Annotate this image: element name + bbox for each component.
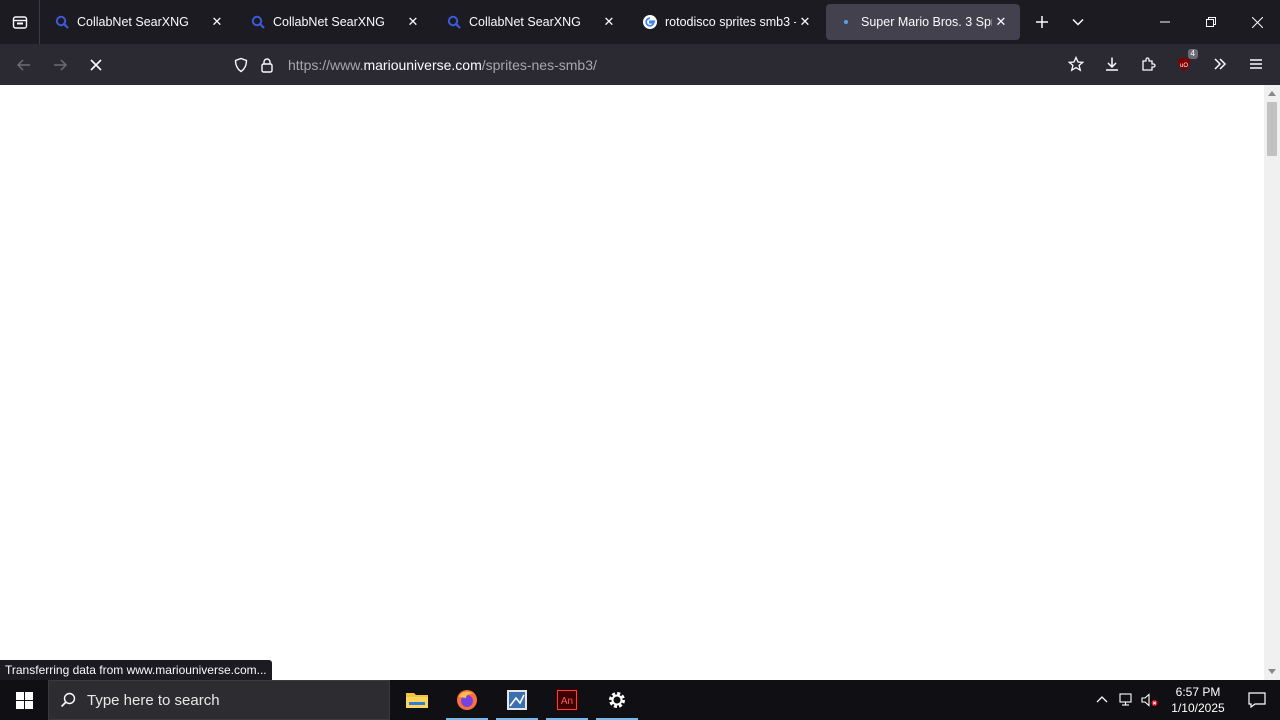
window-controls bbox=[1142, 0, 1280, 44]
network-button[interactable] bbox=[1114, 680, 1138, 720]
notification-icon bbox=[1248, 692, 1266, 708]
toolbar-actions: uO 4 bbox=[1058, 48, 1274, 80]
close-icon[interactable]: ✕ bbox=[796, 13, 814, 31]
vertical-scrollbar[interactable] bbox=[1264, 85, 1280, 680]
forward-button[interactable] bbox=[42, 49, 78, 81]
lock-icon[interactable] bbox=[254, 49, 280, 81]
url-prefix: https://www. bbox=[288, 57, 364, 73]
taskbar-settings[interactable] bbox=[592, 680, 642, 720]
taskbar-search-box[interactable]: Type here to search bbox=[48, 680, 390, 720]
loading-dot-icon bbox=[838, 14, 854, 30]
tab-searxng-1[interactable]: CollabNet SearXNG ✕ bbox=[42, 4, 236, 40]
restore-button[interactable] bbox=[1188, 0, 1234, 44]
svg-text:An: An bbox=[561, 696, 573, 707]
search-icon bbox=[54, 14, 70, 30]
volume-button[interactable] bbox=[1138, 680, 1162, 720]
extension-badge-count: 4 bbox=[1187, 49, 1198, 59]
bookmark-star-button[interactable] bbox=[1058, 48, 1094, 80]
url-path: /sprites-nes-smb3/ bbox=[481, 57, 597, 73]
search-placeholder: Type here to search bbox=[87, 691, 220, 709]
minimize-button[interactable] bbox=[1142, 0, 1188, 44]
tab-title: rotodisco sprites smb3 - G bbox=[665, 15, 796, 29]
double-chevron-right-icon bbox=[1214, 58, 1227, 70]
tab-title: Super Mario Bros. 3 Sprite bbox=[861, 15, 992, 29]
arrow-left-icon bbox=[16, 58, 30, 71]
clock[interactable]: 6:57 PM 1/10/2025 bbox=[1162, 684, 1234, 716]
firefox-icon bbox=[457, 690, 477, 710]
arrow-right-icon bbox=[54, 58, 68, 71]
taskbar-file-explorer[interactable] bbox=[392, 680, 442, 720]
system-tray: 6:57 PM 1/10/2025 bbox=[1090, 680, 1280, 720]
gear-icon bbox=[609, 692, 625, 708]
tab-strip: CollabNet SearXNG ✕ CollabNet SearXNG ✕ … bbox=[0, 0, 1280, 44]
plus-icon bbox=[1036, 16, 1048, 28]
overflow-menu-button[interactable] bbox=[1202, 48, 1238, 80]
extensions-button[interactable] bbox=[1130, 48, 1166, 80]
restore-icon bbox=[1206, 17, 1216, 27]
new-tab-button[interactable] bbox=[1024, 4, 1060, 40]
minimize-icon bbox=[1160, 21, 1170, 23]
clock-date: 1/10/2025 bbox=[1171, 701, 1225, 715]
app-menu-button[interactable] bbox=[1238, 48, 1274, 80]
close-window-button[interactable] bbox=[1234, 0, 1280, 44]
url-bar[interactable]: https://www.mariouniverse.com/sprites-ne… bbox=[228, 49, 1058, 81]
star-icon bbox=[1068, 56, 1084, 72]
url-text[interactable]: https://www.mariouniverse.com/sprites-ne… bbox=[288, 57, 597, 73]
close-icon[interactable]: ✕ bbox=[992, 13, 1010, 31]
hamburger-menu-icon bbox=[1250, 59, 1262, 69]
scroll-down-arrow-icon[interactable] bbox=[1268, 669, 1276, 674]
tab-title: CollabNet SearXNG bbox=[77, 15, 189, 29]
puzzle-piece-icon bbox=[1142, 57, 1156, 71]
search-icon bbox=[446, 14, 462, 30]
taskbar-sprite-editor[interactable] bbox=[492, 680, 542, 720]
firefox-view-icon bbox=[12, 16, 27, 29]
google-icon bbox=[642, 14, 658, 30]
clock-time: 6:57 PM bbox=[1175, 685, 1221, 699]
tracking-protection-shield-icon[interactable] bbox=[228, 49, 254, 81]
start-button[interactable] bbox=[0, 680, 48, 720]
search-icon bbox=[250, 14, 266, 30]
windows-taskbar: Type here to search An 6:57 PM 1/10/2025 bbox=[0, 680, 1280, 720]
image-editor-icon bbox=[507, 690, 527, 710]
chevron-up-icon bbox=[1096, 696, 1108, 703]
search-icon bbox=[49, 692, 87, 708]
close-icon bbox=[1251, 16, 1263, 28]
status-panel: Transferring data from www.mariouniverse… bbox=[0, 660, 272, 680]
taskbar-firefox[interactable] bbox=[442, 680, 492, 720]
network-icon bbox=[1119, 693, 1132, 706]
firefox-view-button[interactable] bbox=[0, 0, 40, 44]
volume-muted-icon bbox=[1141, 693, 1158, 707]
tab-searxng-3[interactable]: CollabNet SearXNG ✕ bbox=[434, 4, 628, 40]
tab-title: CollabNet SearXNG bbox=[469, 15, 581, 29]
stop-icon bbox=[90, 58, 102, 71]
navigation-toolbar: https://www.mariouniverse.com/sprites-ne… bbox=[0, 44, 1280, 85]
page-content-area[interactable] bbox=[0, 85, 1264, 680]
tab-smb3-sprites[interactable]: Super Mario Bros. 3 Sprite ✕ bbox=[826, 4, 1020, 40]
scroll-up-arrow-icon[interactable] bbox=[1268, 91, 1276, 96]
svg-text:uO: uO bbox=[1180, 63, 1188, 69]
downloads-button[interactable] bbox=[1094, 48, 1130, 80]
close-icon[interactable]: ✕ bbox=[404, 13, 422, 31]
close-icon[interactable]: ✕ bbox=[208, 13, 226, 31]
tab-title: CollabNet SearXNG bbox=[273, 15, 385, 29]
taskbar-adobe-animate[interactable]: An bbox=[542, 680, 592, 720]
show-hidden-icons-button[interactable] bbox=[1090, 680, 1114, 720]
adobe-animate-icon: An bbox=[556, 689, 578, 711]
tab-google-search[interactable]: rotodisco sprites smb3 - G ✕ bbox=[630, 4, 824, 40]
url-domain: mariouniverse.com bbox=[363, 57, 482, 73]
windows-logo-icon bbox=[15, 691, 33, 709]
chevron-down-icon bbox=[1072, 18, 1084, 26]
stop-loading-button[interactable] bbox=[78, 49, 114, 81]
folder-icon bbox=[406, 693, 428, 708]
close-icon[interactable]: ✕ bbox=[600, 13, 618, 31]
list-all-tabs-button[interactable] bbox=[1060, 4, 1096, 40]
scrollbar-thumb[interactable] bbox=[1267, 102, 1277, 156]
back-button[interactable] bbox=[6, 49, 42, 81]
ublock-origin-button[interactable]: uO 4 bbox=[1166, 48, 1202, 80]
action-center-button[interactable] bbox=[1234, 680, 1280, 720]
download-icon bbox=[1106, 57, 1118, 71]
tab-searxng-2[interactable]: CollabNet SearXNG ✕ bbox=[238, 4, 432, 40]
